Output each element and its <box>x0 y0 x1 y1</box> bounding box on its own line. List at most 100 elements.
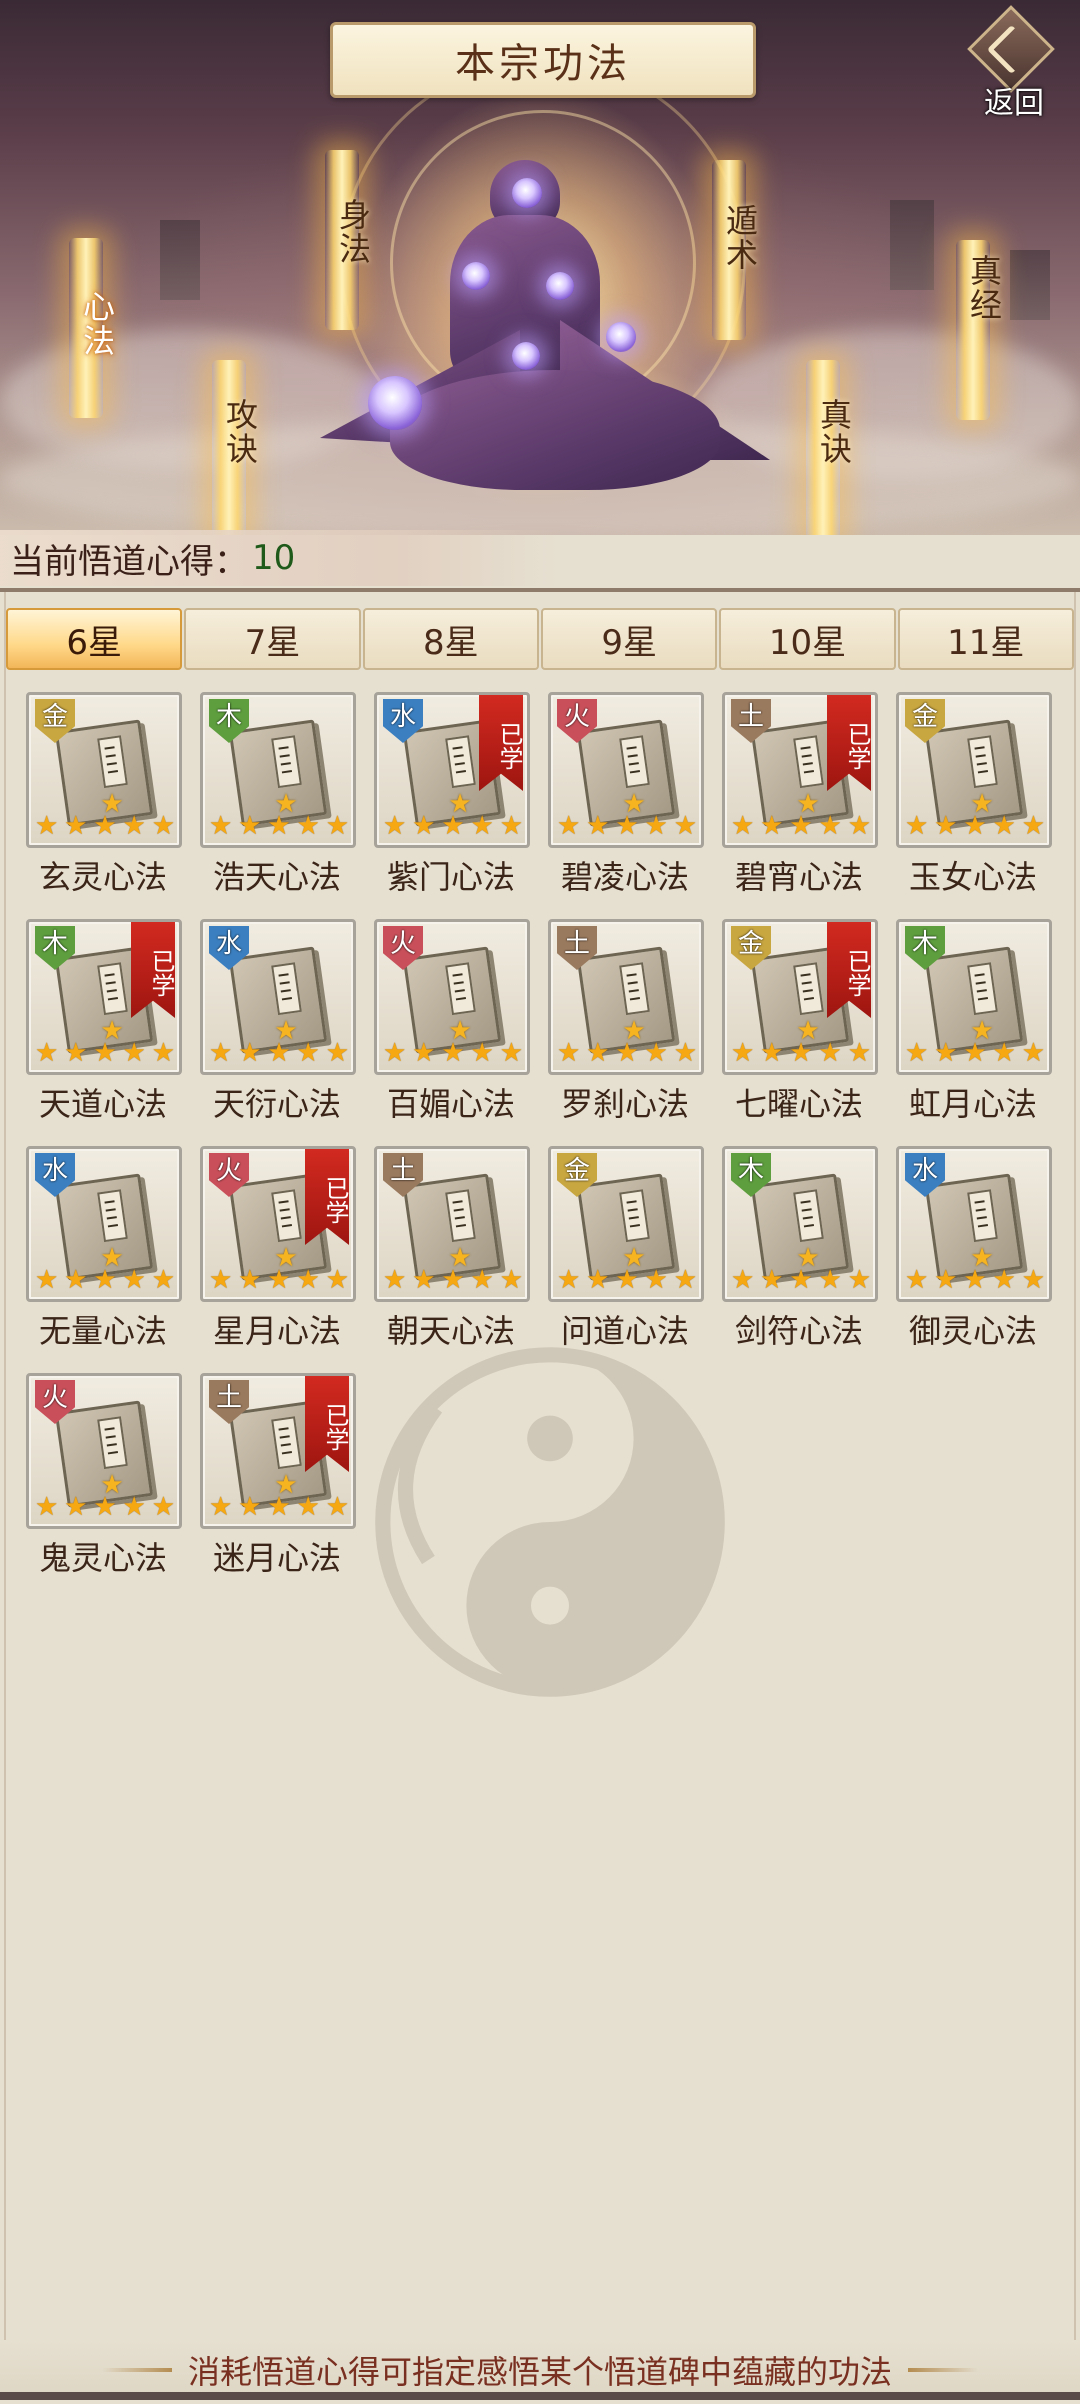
tab-11-star[interactable]: 11星 <box>897 608 1074 670</box>
star-icon: ★ <box>847 1038 871 1068</box>
learned-ribbon: 已学 <box>305 1376 349 1472</box>
star-rating: ★ ★ ★ ★ ★ <box>731 1040 871 1066</box>
tab-10-star[interactable]: 10星 <box>719 608 896 670</box>
technique-item[interactable]: ★ 金 ★ ★ ★ ★ ★ 玄灵心法 <box>26 692 182 902</box>
technique-item[interactable]: ★ 金 ★ ★ ★ ★ ★ 问道心法 <box>548 1146 704 1356</box>
star-icon: ★ <box>383 1038 407 1068</box>
technique-item[interactable]: ★ 土已学 ★ ★ ★ ★ ★ 碧宵心法 <box>722 692 878 902</box>
technique-item[interactable]: ★ 木已学 ★ ★ ★ ★ ★ 天道心法 <box>26 919 182 1129</box>
technique-item[interactable]: ★ 木 ★ ★ ★ ★ ★ 浩天心法 <box>200 692 356 902</box>
technique-item[interactable]: ★ 火 ★ ★ ★ ★ ★ 碧凌心法 <box>548 692 704 902</box>
star-icon: ★ <box>296 811 320 841</box>
star-rating: ★ ★ ★ ★ ★ <box>731 813 871 839</box>
star-icon: ★ <box>644 1038 668 1068</box>
star-icon: ★ <box>412 1038 436 1068</box>
pillar-dunshu[interactable]: 遁术 <box>699 204 759 272</box>
technique-panel: 6星 7星 8星 9星 10星 11星 ★ 金 ★ ★ ★ ★ ★ 玄灵心法 ★ 木 ★ ★ ★ ★ ★ 浩天… <box>0 588 1080 2404</box>
technique-card: ★ 水 ★ ★ ★ ★ ★ <box>26 1146 182 1302</box>
book-label-icon <box>967 962 998 1016</box>
star-icon: ★ <box>238 811 262 841</box>
technique-card: ★ 木 ★ ★ ★ ★ ★ <box>200 692 356 848</box>
yinyang-watermark-icon <box>375 1347 725 1697</box>
page-title: 本宗功法 <box>455 41 631 87</box>
book-label-icon <box>793 962 824 1016</box>
pillar-gongjue[interactable]: 攻诀 <box>199 398 259 466</box>
learned-ribbon: 已学 <box>827 922 871 1018</box>
star-icon: ★ <box>93 1492 117 1522</box>
star-icon: ★ <box>731 811 755 841</box>
technique-item[interactable]: ★ 木 ★ ★ ★ ★ ★ 剑符心法 <box>722 1146 878 1356</box>
technique-name: 星月心法 <box>212 1312 341 1350</box>
technique-item[interactable]: ★ 水 ★ ★ ★ ★ ★ 天衍心法 <box>200 919 356 1129</box>
technique-card: ★ 火已学 ★ ★ ★ ★ ★ <box>200 1146 356 1302</box>
technique-item[interactable]: ★ 火 ★ ★ ★ ★ ★ 百媚心法 <box>374 919 530 1129</box>
star-icon: ★ <box>209 1492 233 1522</box>
star-icon: ★ <box>64 1038 88 1068</box>
bottom-bar <box>0 2392 1080 2400</box>
pillar-xinfa[interactable]: 心法 <box>56 290 116 358</box>
book-label-icon <box>445 962 476 1016</box>
star-icon: ★ <box>296 1265 320 1295</box>
technique-item[interactable]: ★ 土 ★ ★ ★ ★ ★ 罗刹心法 <box>548 919 704 1129</box>
star-icon: ★ <box>1021 811 1045 841</box>
technique-name: 紫门心法 <box>386 858 515 896</box>
technique-item[interactable]: ★ 水 ★ ★ ★ ★ ★ 无量心法 <box>26 1146 182 1356</box>
technique-item[interactable]: ★ 土 ★ ★ ★ ★ ★ 朝天心法 <box>374 1146 530 1356</box>
star-icon: ★ <box>992 1038 1016 1068</box>
star-icon: ★ <box>122 1038 146 1068</box>
star-icon: ★ <box>93 1038 117 1068</box>
star-icon: ★ <box>296 1492 320 1522</box>
technique-item[interactable]: ★ 火已学 ★ ★ ★ ★ ★ 星月心法 <box>200 1146 356 1356</box>
star-icon: ★ <box>470 811 494 841</box>
book-label-icon <box>619 1189 650 1243</box>
star-icon: ★ <box>731 1038 755 1068</box>
insight-label: 当前悟道心得： <box>10 541 248 582</box>
tab-8-star[interactable]: 8星 <box>362 608 539 670</box>
back-label: 返回 <box>984 86 1044 121</box>
star-icon: ★ <box>267 811 291 841</box>
technique-item[interactable]: ★ 火 ★ ★ ★ ★ ★ 鬼灵心法 <box>26 1373 182 1583</box>
star-icon: ★ <box>615 1038 639 1068</box>
learned-ribbon: 已学 <box>827 695 871 791</box>
technique-name: 玄灵心法 <box>38 858 167 896</box>
pillar-zhenjue[interactable]: 真诀 <box>793 398 853 466</box>
pillar-zhenjing[interactable]: 真经 <box>943 254 1003 322</box>
technique-item[interactable]: ★ 水已学 ★ ★ ★ ★ ★ 紫门心法 <box>374 692 530 902</box>
technique-name: 碧凌心法 <box>560 858 689 896</box>
tab-6-star[interactable]: 6星 <box>6 608 183 670</box>
star-icon: ★ <box>267 1492 291 1522</box>
star-icon: ★ <box>1021 1038 1045 1068</box>
technique-card: ★ 土已学 ★ ★ ★ ★ ★ <box>200 1373 356 1529</box>
star-icon: ★ <box>470 1265 494 1295</box>
technique-card: ★ 金 ★ ★ ★ ★ ★ <box>26 692 182 848</box>
chakra-orb <box>512 178 542 208</box>
pillar-shenfa[interactable]: 身法 <box>312 198 372 266</box>
star-rating: ★ ★ ★ ★ ★ <box>209 1040 349 1066</box>
star-icon: ★ <box>644 1265 668 1295</box>
technique-card: ★ 水 ★ ★ ★ ★ ★ <box>200 919 356 1075</box>
star-icon: ★ <box>934 811 958 841</box>
technique-card: ★ 火 ★ ★ ★ ★ ★ <box>374 919 530 1075</box>
tab-7-star[interactable]: 7星 <box>184 608 361 670</box>
star-icon: ★ <box>296 1038 320 1068</box>
technique-item[interactable]: ★ 木 ★ ★ ★ ★ ★ 虹月心法 <box>896 919 1052 1129</box>
technique-name: 浩天心法 <box>212 858 341 896</box>
star-icon: ★ <box>818 1265 842 1295</box>
footer-hint: 消耗悟道心得可指定感悟某个悟道碑中蕴藏的功法 <box>0 2340 1080 2400</box>
back-button[interactable]: 返回 <box>962 5 1066 121</box>
technique-item[interactable]: ★ 金已学 ★ ★ ★ ★ ★ 七曜心法 <box>722 919 878 1129</box>
technique-name: 百媚心法 <box>386 1085 515 1123</box>
book-label-icon <box>445 735 476 789</box>
star-icon: ★ <box>209 1038 233 1068</box>
star-icon: ★ <box>325 1265 349 1295</box>
star-icon: ★ <box>93 811 117 841</box>
star-icon: ★ <box>934 1038 958 1068</box>
star-icon: ★ <box>64 811 88 841</box>
technique-item[interactable]: ★ 水 ★ ★ ★ ★ ★ 御灵心法 <box>896 1146 1052 1356</box>
technique-card: ★ 木 ★ ★ ★ ★ ★ <box>722 1146 878 1302</box>
technique-item[interactable]: ★ 金 ★ ★ ★ ★ ★ 玉女心法 <box>896 692 1052 902</box>
star-icon: ★ <box>412 811 436 841</box>
star-icon: ★ <box>151 811 175 841</box>
tab-9-star[interactable]: 9星 <box>540 608 718 670</box>
technique-item[interactable]: ★ 土已学 ★ ★ ★ ★ ★ 迷月心法 <box>200 1373 356 1583</box>
